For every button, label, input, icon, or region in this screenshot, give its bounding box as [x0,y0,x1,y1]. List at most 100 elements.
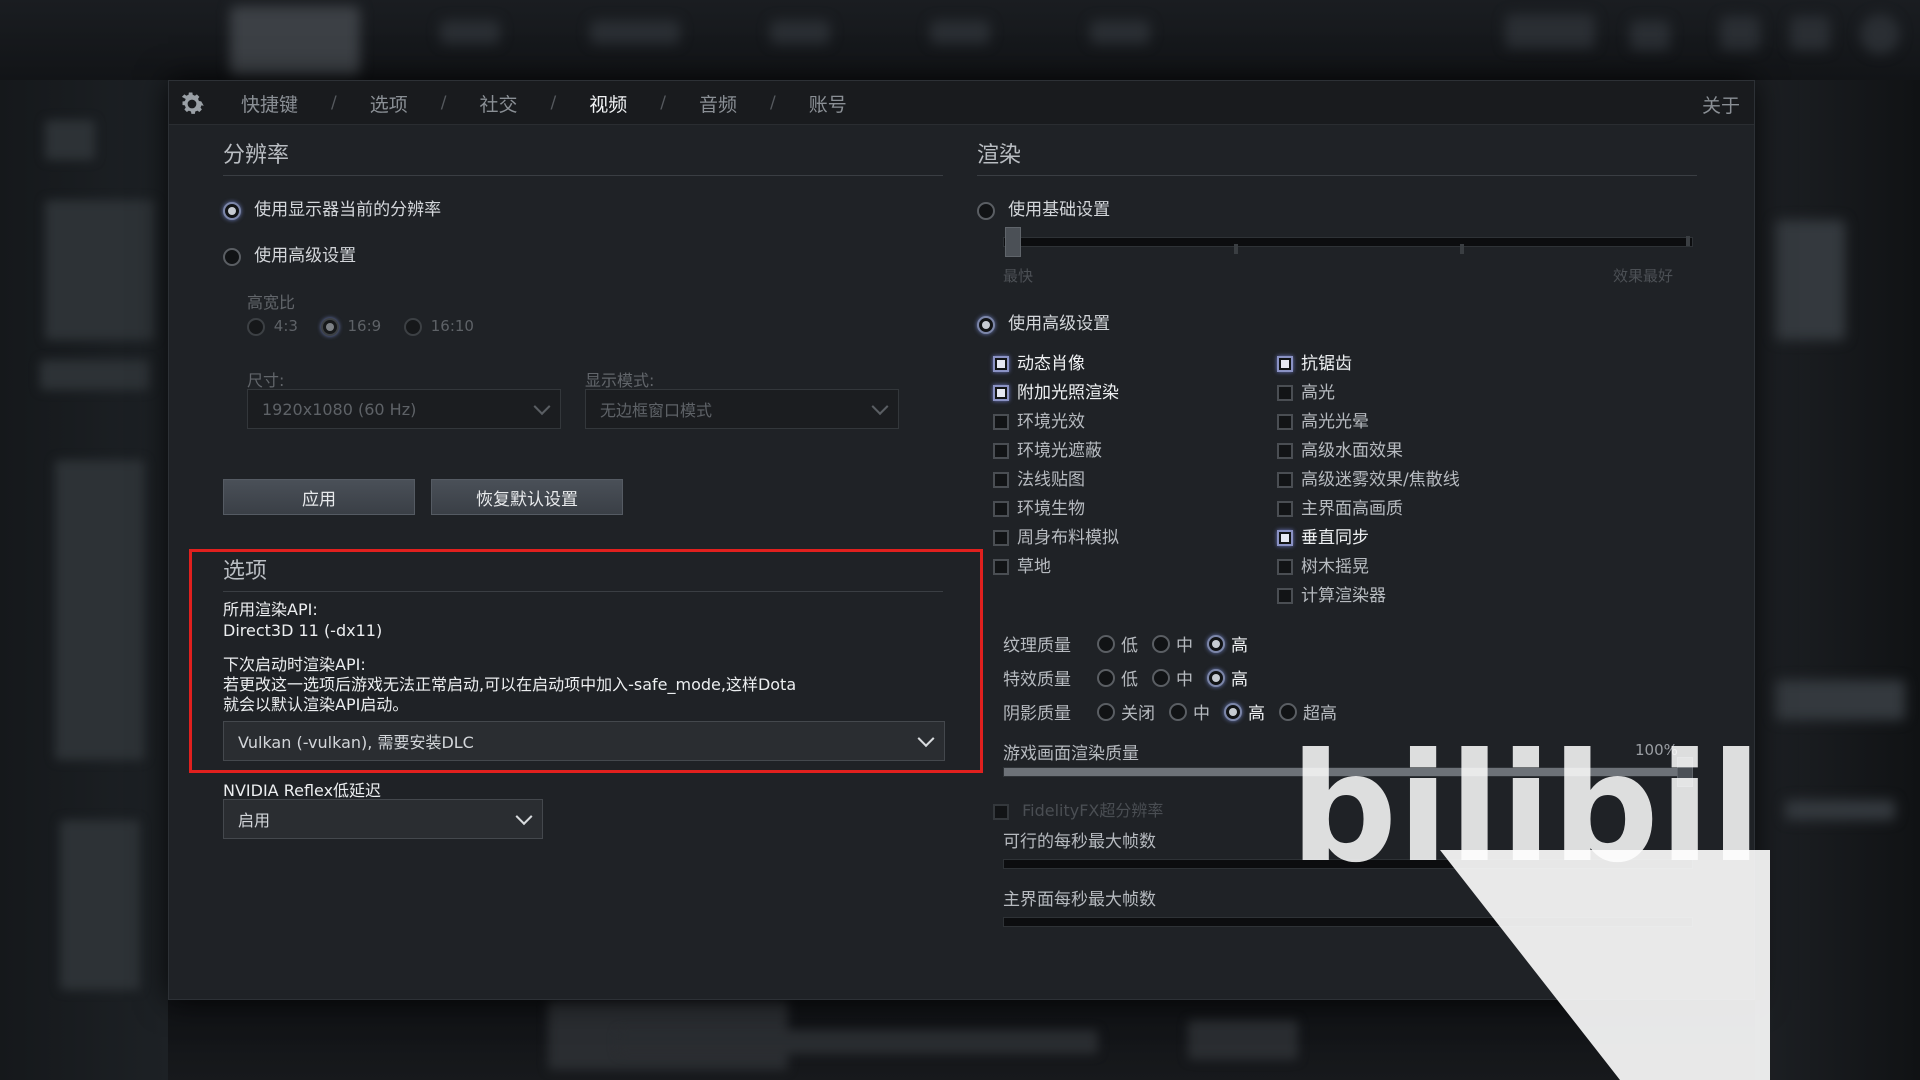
checkbox-label: 动态肖像 [1017,354,1085,374]
tab-hotkeys[interactable]: 快捷键 [241,90,298,117]
effects-low-radio[interactable] [1097,668,1115,687]
checkbox-ambient-creatures[interactable]: 环境生物 [993,494,1085,519]
checkbox-ambient-occlusion[interactable]: 环境光遮蔽 [993,436,1102,461]
checkbox-bloom[interactable]: 高光光晕 [1277,407,1369,432]
checkbox[interactable] [1277,559,1293,575]
menu-fps-slider[interactable] [1003,917,1693,927]
texture-low-radio[interactable] [1097,634,1115,653]
checkbox-label: 周身布料模拟 [1017,528,1119,548]
apply-button[interactable]: 应用 [223,479,415,515]
slider-right-label: 效果最好 [1613,267,1674,285]
checkbox-hq-dashboard[interactable]: 主界面高画质 [1277,494,1403,519]
tab-social[interactable]: 社交 [480,90,518,117]
checkbox-tree-wind[interactable]: 树木摇晃 [1277,552,1369,577]
checkbox-anti-aliasing[interactable]: 抗锯齿 [1277,349,1352,374]
basic-quality-slider-thumb[interactable] [1005,227,1021,257]
game-render-quality-value: 100% [1635,741,1678,759]
checkbox-vsync[interactable]: 垂直同步 [1277,523,1369,548]
checkbox[interactable] [993,356,1009,372]
game-render-quality-slider-thumb[interactable] [1677,757,1693,787]
size-select-value: 1920x1080 (60 Hz) [262,399,417,419]
aspect-4-3-radio[interactable] [247,317,265,336]
checkbox[interactable] [1277,501,1293,517]
checkbox-animated-portraits[interactable]: 动态肖像 [993,349,1085,374]
effects-medium-radio[interactable] [1152,668,1170,687]
about-link[interactable]: 关于 [1702,91,1740,118]
use-basic-render-option[interactable]: 使用基础设置 [977,195,1110,220]
texture-high-radio[interactable] [1207,634,1225,653]
tab-separator: / [660,93,666,113]
radio-button[interactable] [977,315,995,334]
checkbox-label: 抗锯齿 [1301,354,1352,374]
radio-button[interactable] [223,247,241,266]
tab-video[interactable]: 视频 [589,90,627,117]
use-advanced-resolution-label: 使用高级设置 [254,246,357,266]
checkbox-specular[interactable]: 高光 [1277,378,1335,403]
display-mode-select[interactable]: 无边框窗口模式 [585,389,899,429]
game-render-quality-slider[interactable] [1003,767,1693,777]
effects-high-label: 高 [1231,670,1248,690]
shadow-high-radio[interactable] [1224,702,1242,721]
gear-icon[interactable] [177,89,207,119]
basic-quality-slider[interactable] [1003,236,1693,254]
slider-tick [1234,244,1238,254]
use-monitor-resolution-label: 使用显示器当前的分辨率 [254,200,442,220]
checkbox-label: 树木摇晃 [1301,557,1369,577]
reflex-select[interactable]: 启用 [223,799,543,839]
checkbox[interactable] [1277,356,1293,372]
shadow-medium-radio[interactable] [1169,702,1187,721]
checkbox[interactable] [993,472,1009,488]
checkbox-high-quality-water[interactable]: 高级水面效果 [1277,436,1403,461]
menu-fps-label: 主界面每秒最大帧数 [1003,890,1156,910]
shadow-off-label: 关闭 [1121,704,1155,724]
checkbox-compute-shaders[interactable]: 计算渲染器 [1277,581,1386,606]
checkbox[interactable] [993,803,1009,820]
slider-tick [1460,244,1464,254]
tab-audio[interactable]: 音频 [699,90,737,117]
effects-high-radio[interactable] [1207,668,1225,687]
tab-options[interactable]: 选项 [370,90,408,117]
checkbox[interactable] [993,501,1009,517]
checkbox-normal-maps[interactable]: 法线贴图 [993,465,1085,490]
radio-button[interactable] [977,201,995,220]
checkbox-label: 计算渲染器 [1301,586,1386,606]
texture-quality-label: 纹理质量 [1003,636,1071,656]
aspect-16-10-radio[interactable] [403,317,422,336]
render-api-select-value: Vulkan (-vulkan), 需要安装DLC [238,733,474,752]
size-label: 尺寸: [247,371,285,390]
checkbox-grass[interactable]: 草地 [993,552,1051,577]
checkbox[interactable] [1277,443,1293,459]
checkbox[interactable] [1277,414,1293,430]
shadow-off-radio[interactable] [1097,702,1115,721]
render-api-select[interactable]: Vulkan (-vulkan), 需要安装DLC [223,721,945,761]
shadow-ultra-radio[interactable] [1279,702,1297,721]
resolution-title: 分辨率 [223,137,943,176]
use-monitor-resolution-option[interactable]: 使用显示器当前的分辨率 [223,195,441,220]
checkbox-cloth-simulation[interactable]: 周身布料模拟 [993,523,1119,548]
restore-defaults-button[interactable]: 恢复默认设置 [431,479,623,515]
checkbox[interactable] [1277,530,1293,546]
checkbox-fog-caustics[interactable]: 高级迷雾效果/焦散线 [1277,465,1460,490]
radio-button[interactable] [223,201,241,220]
checkbox[interactable] [993,385,1009,401]
max-fps-slider[interactable] [1003,859,1693,869]
texture-medium-radio[interactable] [1152,634,1170,653]
checkbox[interactable] [1277,385,1293,401]
checkbox[interactable] [993,559,1009,575]
checkbox[interactable] [993,443,1009,459]
checkbox-label: 高级迷雾效果/焦散线 [1301,470,1460,490]
size-select[interactable]: 1920x1080 (60 Hz) [247,389,561,429]
checkbox-ambient-lighting[interactable]: 环境光效 [993,407,1085,432]
checkbox[interactable] [1277,472,1293,488]
checkbox[interactable] [993,414,1009,430]
fidelityfx-option[interactable]: FidelityFX超分辨率 [993,797,1163,821]
checkbox[interactable] [1277,588,1293,604]
tab-account[interactable]: 账号 [809,90,847,117]
checkbox[interactable] [993,530,1009,546]
reflex-label: NVIDIA Reflex低延迟 [223,781,382,800]
use-advanced-resolution-option[interactable]: 使用高级设置 [223,241,356,266]
checkbox-additional-lighting[interactable]: 附加光照渲染 [993,378,1119,403]
aspect-16-9-radio[interactable] [320,317,339,336]
use-advanced-render-option[interactable]: 使用高级设置 [977,309,1110,334]
effects-low-label: 低 [1121,670,1138,690]
